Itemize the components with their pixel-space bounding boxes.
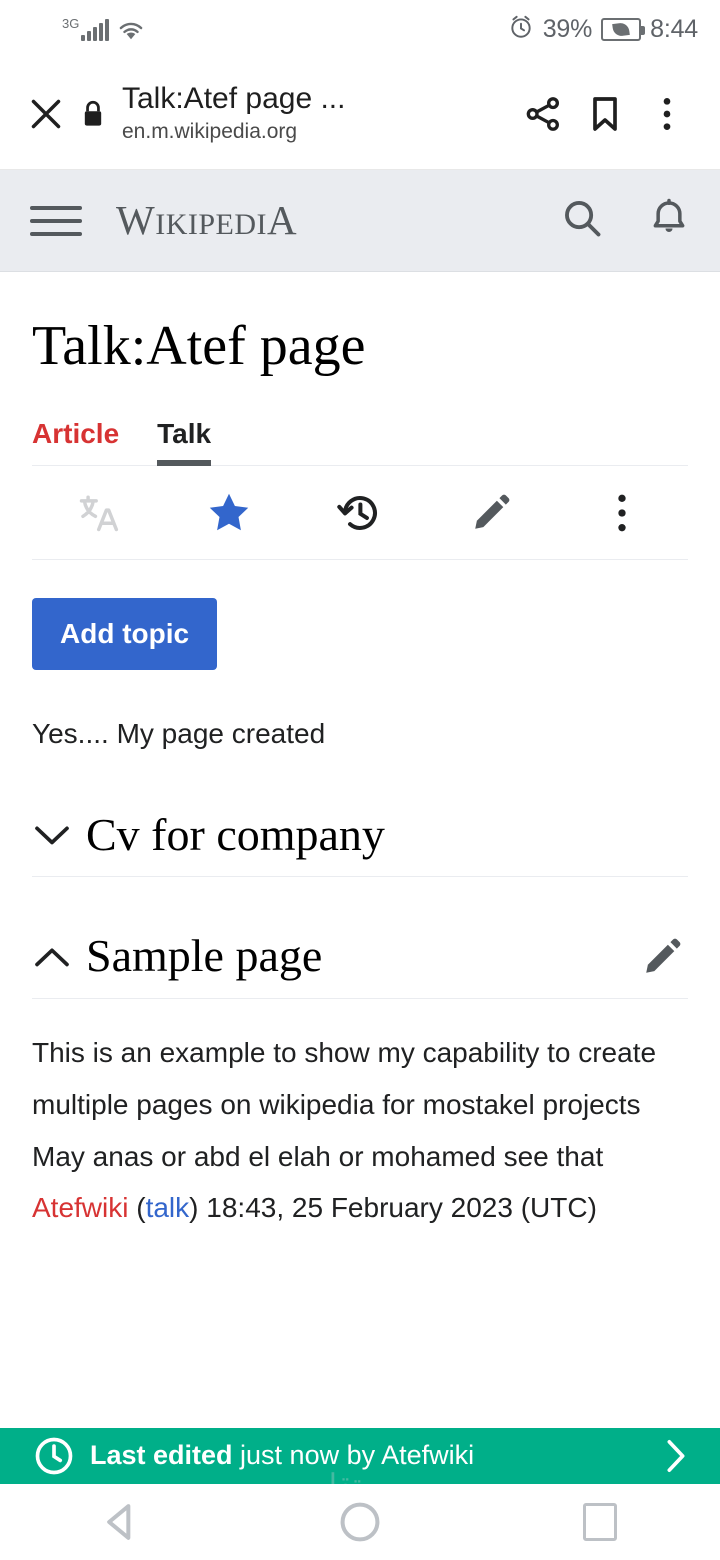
wordmark-w: W xyxy=(116,197,156,243)
last-edited-text: Last edited just now by Atefwiki xyxy=(82,1440,475,1471)
share-icon[interactable] xyxy=(512,85,574,143)
tab-talk[interactable]: Talk xyxy=(157,418,211,467)
wikipedia-wordmark[interactable]: WIKIPEDIA xyxy=(116,200,297,241)
last-edited-label: Last edited xyxy=(90,1440,233,1471)
body-text-part1: This is an example to show my capability… xyxy=(32,1036,657,1172)
wifi-icon xyxy=(116,17,146,41)
close-icon[interactable] xyxy=(22,90,70,138)
user-talk-link[interactable]: talk xyxy=(146,1192,190,1223)
wordmark-a: A xyxy=(267,197,298,243)
home-circle-icon[interactable] xyxy=(240,1500,480,1544)
language-icon[interactable] xyxy=(32,491,163,535)
battery-icon xyxy=(601,17,646,41)
star-watchlist-icon[interactable] xyxy=(163,489,294,537)
browser-host: en.m.wikipedia.org xyxy=(122,119,298,143)
hamburger-menu-icon[interactable] xyxy=(30,205,82,236)
phone-screen: 3G 39% 8:44 Talk:Atef page ... en.m.wiki… xyxy=(0,0,720,1560)
signature-paren-close: ) xyxy=(189,1192,207,1224)
search-icon[interactable] xyxy=(560,196,604,245)
section-title: Sample page xyxy=(86,930,323,982)
add-topic-wrap: Add topic xyxy=(32,560,688,671)
section-header-sample-page[interactable]: Sample page xyxy=(32,931,688,999)
section-title: Cv for company xyxy=(86,808,385,860)
wordmark-mid: IKIPEDI xyxy=(155,208,268,241)
tab-article[interactable]: Article xyxy=(32,418,119,466)
namespace-tabs: Article Talk xyxy=(32,418,688,467)
recents-square-icon[interactable] xyxy=(480,1503,720,1541)
android-nav-bar xyxy=(0,1484,720,1560)
status-bar-left: 3G xyxy=(22,17,146,41)
chevron-down-icon[interactable] xyxy=(32,821,78,849)
user-signature-link[interactable]: Atefwiki xyxy=(32,1192,128,1223)
signature-timestamp: 18:43, 25 February 2023 (UTC) xyxy=(206,1192,597,1224)
chevron-right-icon[interactable] xyxy=(658,1436,694,1476)
signature-paren-open: ( xyxy=(128,1192,146,1224)
browser-toolbar: Talk:Atef page ... en.m.wikipedia.org xyxy=(0,58,720,170)
section-header-cv-for-company[interactable]: Cv for company xyxy=(32,808,688,878)
url-bar[interactable]: Talk:Atef page ... en.m.wikipedia.org xyxy=(116,82,512,145)
status-bar-right: 39% 8:44 xyxy=(508,14,698,45)
bookmark-icon[interactable] xyxy=(574,85,636,143)
page-content: Talk:Atef page Article Talk Add topic Ye… xyxy=(0,272,720,1235)
bell-icon[interactable] xyxy=(648,196,690,245)
wikipedia-header: WIKIPEDIA xyxy=(0,170,720,272)
lock-icon xyxy=(70,99,116,129)
more-vertical-icon[interactable] xyxy=(557,491,688,535)
browser-page-title: Talk:Atef page ... xyxy=(122,82,346,116)
clock-time-label: 8:44 xyxy=(650,14,698,43)
signal-bars-icon xyxy=(81,19,110,41)
battery-percent-label: 39% xyxy=(542,14,593,43)
add-topic-button[interactable]: Add topic xyxy=(32,598,218,671)
status-bar: 3G 39% 8:44 xyxy=(0,0,720,58)
back-triangle-icon[interactable] xyxy=(0,1502,240,1542)
history-clock-icon xyxy=(26,1434,82,1478)
section-edit-pencil-icon[interactable] xyxy=(640,935,688,979)
page-title: Talk:Atef page xyxy=(32,315,366,377)
wiki-header-actions xyxy=(560,196,690,245)
alarm-clock-icon xyxy=(508,14,534,45)
more-vertical-icon[interactable] xyxy=(636,85,698,143)
section-body-sample-page: This is an example to show my capability… xyxy=(32,1027,688,1234)
page-actions-toolbar xyxy=(32,466,688,561)
last-edited-detail: just now by Atefwiki xyxy=(232,1440,475,1471)
history-icon[interactable] xyxy=(294,490,425,536)
last-edited-bar[interactable]: Last edited just now by Atefwiki xyxy=(0,1428,720,1484)
intro-paragraph: Yes.... My page created xyxy=(32,718,326,750)
edit-pencil-icon[interactable] xyxy=(426,491,557,535)
chevron-up-icon[interactable] xyxy=(32,943,78,971)
network-type-label: 3G xyxy=(62,16,80,31)
